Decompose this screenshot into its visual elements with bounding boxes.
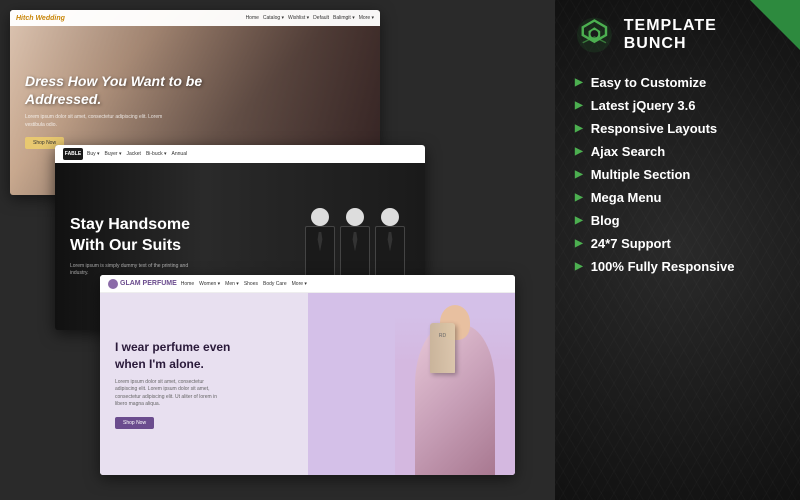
suit-head-3 — [381, 208, 399, 226]
perfume-logo-text: GLAM PERFUME — [120, 280, 177, 287]
feature-arrow-6: ▶ — [575, 215, 583, 226]
suit-title: Stay Handsome With Our Suits — [70, 215, 200, 257]
suit-hero-text: Stay Handsome With Our Suits Lorem ipsum… — [70, 215, 200, 278]
perfume-title: I wear perfume even when I'm alone. — [115, 339, 235, 373]
corner-ribbon — [750, 0, 800, 50]
suit-nav-links: Buy ▾ Buyer ▾ Jacket Bi-buck ▾ Annual — [87, 151, 417, 157]
feature-item-3: ▶ Ajax Search — [575, 144, 780, 159]
feature-text-5: Mega Menu — [591, 190, 662, 205]
suit-figure-2 — [340, 208, 370, 286]
perfume-logo-icon — [108, 279, 118, 289]
suit-tie-3 — [387, 232, 393, 252]
feature-arrow-5: ▶ — [575, 192, 583, 203]
wedding-nav-balimgit: Balimgit ▾ — [333, 15, 355, 21]
brand-logo — [575, 15, 614, 55]
left-panel: Hitch Wedding Home Catalog ▾ Wishlist ▾ … — [0, 0, 555, 500]
feature-arrow-8: ▶ — [575, 261, 583, 272]
feature-text-1: Latest jQuery 3.6 — [591, 98, 696, 113]
suit-logo: FABLE — [63, 148, 83, 160]
wedding-nav-more: More ▾ — [359, 15, 374, 21]
wedding-logo: Hitch Wedding — [16, 15, 243, 22]
suit-logo-text: FABLE — [65, 151, 81, 157]
wedding-nav-wishlist: Wishlist ▾ — [288, 15, 309, 21]
perfume-hero-right: RD — [308, 293, 516, 475]
feature-text-7: 24*7 Support — [591, 236, 671, 251]
features-list: ▶ Easy to Customize ▶ Latest jQuery 3.6 ▶ Res… — [575, 75, 780, 274]
feature-text-2: Responsive Layouts — [591, 121, 717, 136]
preview-perfume: GLAM PERFUME Home Women ▾ Men ▾ Shoes Bo… — [100, 275, 515, 475]
feature-text-8: 100% Fully Responsive — [591, 259, 735, 274]
feature-item-6: ▶ Blog — [575, 213, 780, 228]
feature-item-1: ▶ Latest jQuery 3.6 — [575, 98, 780, 113]
perfume-nav-links: Home Women ▾ Men ▾ Shoes Body Care More … — [181, 281, 507, 287]
suit-figure-3 — [375, 208, 405, 286]
feature-item-0: ▶ Easy to Customize — [575, 75, 780, 90]
feature-text-6: Blog — [591, 213, 620, 228]
wedding-nav-links: Home Catalog ▾ Wishlist ▾ Default Balimg… — [246, 15, 374, 21]
right-panel: TEMPLATE BUNCH ▶Easy to Customize▶Latest… — [555, 0, 800, 500]
feature-arrow-1: ▶ — [575, 100, 583, 111]
bottle-label: RD — [430, 323, 455, 339]
suit-head-2 — [346, 208, 364, 226]
wedding-hero-sub: Lorem ipsum dolor sit amet, consectetur … — [25, 114, 175, 129]
wedding-nav-default: Default — [313, 15, 329, 21]
feature-arrow-2: ▶ — [575, 123, 583, 134]
suit-tie-2 — [352, 232, 358, 252]
wedding-nav-catalog: Catalog ▾ — [263, 15, 284, 21]
feature-text-0: Easy to Customize — [591, 75, 707, 90]
wedding-nav: Hitch Wedding Home Catalog ▾ Wishlist ▾ … — [10, 10, 380, 26]
feature-arrow-3: ▶ — [575, 146, 583, 157]
perfume-bottle: RD — [430, 323, 455, 373]
perfume-shop-btn[interactable]: Shop Now — [115, 417, 154, 429]
wedding-nav-home: Home — [246, 15, 259, 21]
feature-item-7: ▶ 24*7 Support — [575, 236, 780, 251]
feature-item-4: ▶ Multiple Section — [575, 167, 780, 182]
suit-head-1 — [311, 208, 329, 226]
feature-arrow-0: ▶ — [575, 77, 583, 88]
perfume-logo: GLAM PERFUME — [108, 279, 177, 289]
woman-silhouette — [415, 325, 495, 475]
suit-nav: FABLE Buy ▾ Buyer ▾ Jacket Bi-buck ▾ Ann… — [55, 145, 425, 163]
perfume-hero: I wear perfume even when I'm alone. Lore… — [100, 293, 515, 475]
feature-item-2: ▶ Responsive Layouts — [575, 121, 780, 136]
feature-text-4: Multiple Section — [591, 167, 691, 182]
wedding-hero-title: Dress How You Want to be Addressed. — [25, 72, 205, 108]
feature-arrow-4: ▶ — [575, 169, 583, 180]
feature-text-3: Ajax Search — [591, 144, 665, 159]
feature-item-5: ▶ Mega Menu — [575, 190, 780, 205]
perfume-woman — [395, 315, 515, 475]
suit-tie-1 — [317, 232, 323, 252]
perfume-sub: Lorem ipsum dolor sit amet, consectetur … — [115, 379, 225, 409]
suit-figure-1 — [305, 208, 335, 286]
feature-arrow-7: ▶ — [575, 238, 583, 249]
suit-sub: Lorem ipsum is simply dummy text of the … — [70, 263, 190, 278]
perfume-hero-left: I wear perfume even when I'm alone. Lore… — [100, 293, 308, 475]
preview-container: Hitch Wedding Home Catalog ▾ Wishlist ▾ … — [0, 0, 555, 500]
feature-item-8: ▶ 100% Fully Responsive — [575, 259, 780, 274]
